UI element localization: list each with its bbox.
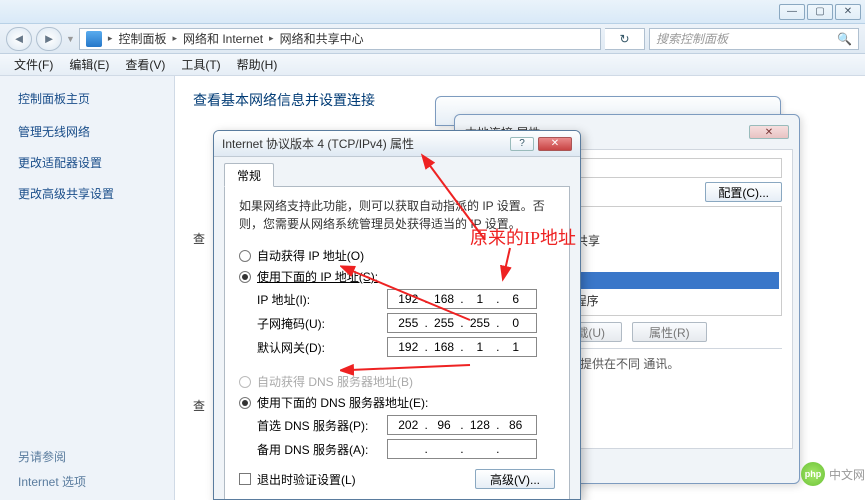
- radio-static-dns[interactable]: [239, 397, 251, 409]
- radio-auto-ip[interactable]: [239, 250, 251, 262]
- close-button[interactable]: ✕: [538, 137, 572, 151]
- menu-file[interactable]: 文件(F): [6, 54, 61, 75]
- tab-panel-general: 如果网络支持此功能，则可以获取自动指派的 IP 设置。否则，您需要从网络系统管理…: [224, 186, 570, 500]
- sidebar-home-link[interactable]: 控制面板主页: [18, 90, 156, 107]
- nav-back-button[interactable]: ◄: [6, 27, 32, 51]
- menu-edit[interactable]: 编辑(E): [61, 54, 117, 75]
- menu-help[interactable]: 帮助(H): [229, 54, 286, 75]
- search-input[interactable]: 搜索控制面板 🔍: [649, 28, 859, 50]
- close-icon[interactable]: ✕: [749, 125, 789, 139]
- menu-tools[interactable]: 工具(T): [173, 54, 228, 75]
- radio-auto-dns-label: 自动获得 DNS 服务器地址(B): [257, 373, 413, 390]
- description-text: 如果网络支持此功能，则可以获取自动指派的 IP 设置。否则，您需要从网络系统管理…: [239, 197, 555, 233]
- dns1-label: 首选 DNS 服务器(P):: [257, 417, 387, 434]
- tab-general[interactable]: 常规: [224, 163, 274, 187]
- chevron-right-icon: ▸: [108, 33, 113, 44]
- radio-auto-dns: [239, 376, 251, 388]
- ipv4-properties-dialog: Internet 协议版本 4 (TCP/IPv4) 属性 ? ✕ 常规 如果网…: [213, 130, 581, 500]
- php-logo-icon: php: [801, 462, 825, 486]
- sidebar-advanced-sharing[interactable]: 更改高级共享设置: [18, 185, 156, 202]
- help-button[interactable]: ?: [510, 137, 534, 151]
- close-button[interactable]: ✕: [835, 4, 861, 20]
- sidebar: 控制面板主页 管理无线网络 更改适配器设置 更改高级共享设置 另请参阅 Inte…: [0, 76, 175, 500]
- nav-forward-button[interactable]: ►: [36, 27, 62, 51]
- sidebar-change-adapter[interactable]: 更改适配器设置: [18, 154, 156, 171]
- sidebar-internet-options[interactable]: Internet 选项: [18, 473, 86, 490]
- sidebar-manage-wireless[interactable]: 管理无线网络: [18, 123, 156, 140]
- chevron-right-icon: ▸: [172, 33, 177, 44]
- maximize-button[interactable]: ▢: [807, 4, 833, 20]
- advanced-button[interactable]: 高级(V)...: [475, 469, 555, 489]
- radio-static-ip[interactable]: [239, 271, 251, 283]
- nav-history-dropdown-icon[interactable]: ▼: [66, 34, 75, 44]
- crumb-network-internet[interactable]: 网络和 Internet: [183, 30, 263, 47]
- gateway-label: 默认网关(D):: [257, 339, 387, 356]
- radio-auto-ip-label: 自动获得 IP 地址(O): [257, 247, 364, 264]
- exit-verify-checkbox[interactable]: [239, 473, 251, 485]
- watermark: php 中文网: [801, 462, 865, 486]
- minimize-button[interactable]: —: [779, 4, 805, 20]
- refresh-button[interactable]: ↻: [619, 32, 629, 46]
- radio-static-dns-label: 使用下面的 DNS 服务器地址(E):: [257, 394, 428, 411]
- chevron-right-icon: ▸: [269, 33, 274, 44]
- subnet-mask-label: 子网掩码(U):: [257, 315, 387, 332]
- navigation-bar: ◄ ► ▼ ▸ 控制面板 ▸ 网络和 Internet ▸ 网络和共享中心 ↻ …: [0, 24, 865, 54]
- search-icon[interactable]: 🔍: [837, 32, 852, 46]
- menu-bar: 文件(F) 编辑(E) 查看(V) 工具(T) 帮助(H): [0, 54, 865, 76]
- dns1-input[interactable]: 202. 96. 128. 86: [387, 415, 537, 435]
- ip-address-label: IP 地址(I):: [257, 291, 387, 308]
- window-titlebar: — ▢ ✕: [0, 0, 865, 24]
- gateway-input[interactable]: 192. 168. 1. 1: [387, 337, 537, 357]
- properties-button[interactable]: 属性(R): [632, 322, 707, 342]
- crumb-control-panel[interactable]: 控制面板: [118, 30, 166, 47]
- menu-view[interactable]: 查看(V): [117, 54, 173, 75]
- search-placeholder: 搜索控制面板: [656, 30, 728, 47]
- dns2-label: 备用 DNS 服务器(A):: [257, 441, 387, 458]
- crumb-network-sharing-center[interactable]: 网络和共享中心: [280, 30, 364, 47]
- breadcrumb-bar[interactable]: ▸ 控制面板 ▸ 网络和 Internet ▸ 网络和共享中心: [79, 28, 601, 50]
- sidebar-see-also-heading: 另请参阅: [18, 448, 86, 465]
- ip-address-input[interactable]: 192. 168. 1. 6: [387, 289, 537, 309]
- configure-button[interactable]: 配置(C)...: [705, 182, 782, 202]
- dns2-input[interactable]: . . .: [387, 439, 537, 459]
- watermark-text: 中文网: [829, 466, 865, 483]
- exit-verify-label: 退出时验证设置(L): [257, 471, 356, 488]
- dialog-title: Internet 协议版本 4 (TCP/IPv4) 属性: [222, 135, 414, 152]
- control-panel-icon: [86, 31, 102, 47]
- subnet-mask-input[interactable]: 255. 255. 255. 0: [387, 313, 537, 333]
- radio-static-ip-label: 使用下面的 IP 地址(S):: [257, 268, 378, 285]
